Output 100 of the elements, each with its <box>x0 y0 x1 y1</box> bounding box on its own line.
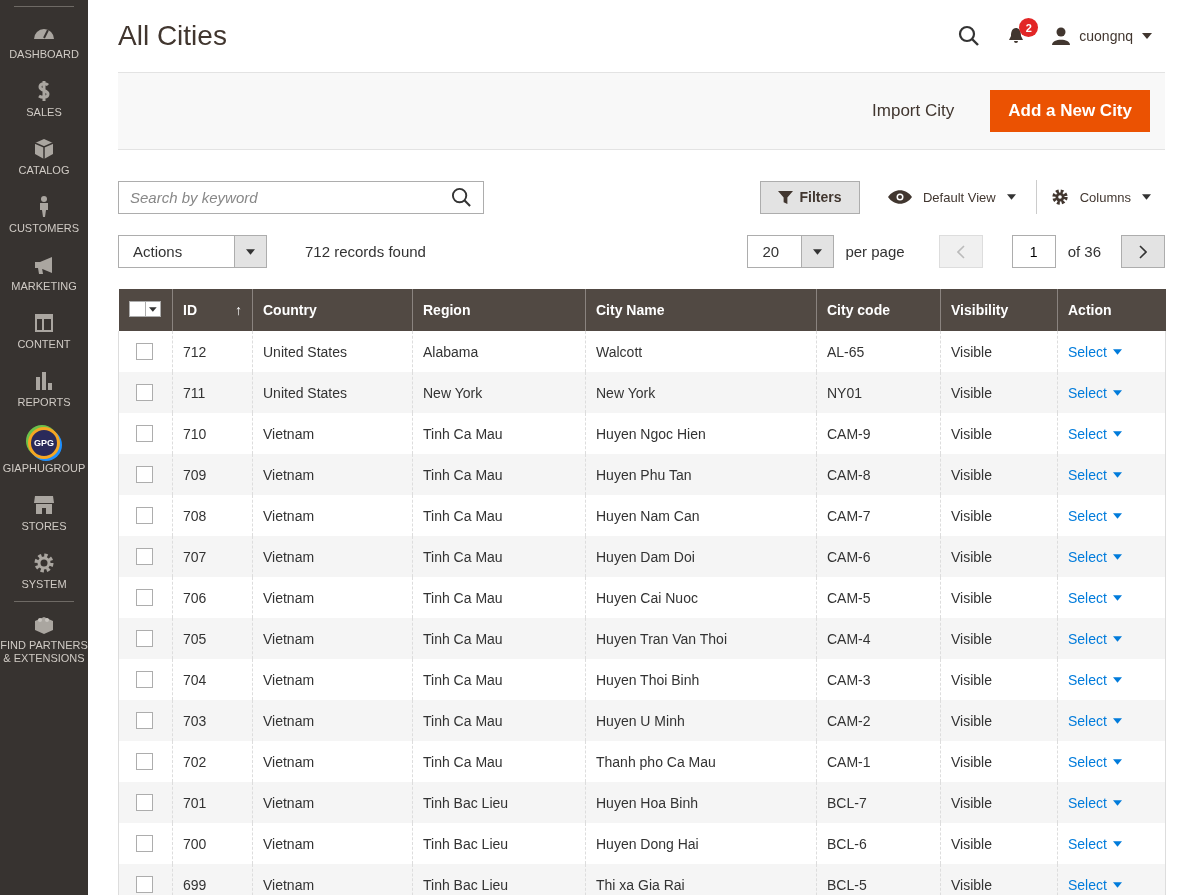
user-icon <box>1052 27 1071 45</box>
user-menu[interactable]: cuongnq <box>1052 27 1152 45</box>
column-header[interactable]: ID ↑ <box>172 289 253 331</box>
sidebar-item[interactable]: GPG GIAPHUGROUP <box>0 419 88 485</box>
table-cell: Tinh Ca Mau <box>412 618 586 659</box>
table-cell: 707 <box>172 536 253 577</box>
table-cell: 705 <box>172 618 253 659</box>
caret-icon <box>1112 799 1122 806</box>
table-cell: CAM-4 <box>816 618 941 659</box>
caret-icon <box>148 306 157 312</box>
table-cell: Visible <box>940 700 1058 741</box>
row-checkbox[interactable] <box>136 794 153 811</box>
table-cell: Thi xa Gia Rai <box>585 864 817 895</box>
column-header[interactable]: Action <box>1057 289 1166 331</box>
sidebar-item[interactable]: SALES <box>0 71 88 129</box>
select-action-link[interactable]: Select <box>1068 753 1122 770</box>
row-checkbox[interactable] <box>136 466 153 483</box>
sidebar-item[interactable]: CONTENT <box>0 303 88 361</box>
select-action-link[interactable]: Select <box>1068 671 1122 688</box>
table-cell: 703 <box>172 700 253 741</box>
sidebar-item[interactable]: SYSTEM <box>0 543 88 601</box>
caret-icon <box>1112 840 1122 847</box>
table-cell: NY01 <box>816 372 941 413</box>
caret-icon <box>1112 758 1122 765</box>
table-cell: Vietnam <box>252 700 413 741</box>
bell-icon[interactable] <box>1008 27 1025 45</box>
row-checkbox[interactable] <box>136 507 153 524</box>
table-cell: Visible <box>940 618 1058 659</box>
table-cell: Vietnam <box>252 782 413 823</box>
caret-icon <box>1142 194 1151 200</box>
select-action-link[interactable]: Select <box>1068 589 1122 606</box>
table-cell: 699 <box>172 864 253 895</box>
sort-arrow: ↑ <box>235 302 242 318</box>
row-checkbox[interactable] <box>136 753 153 770</box>
sidebar-item[interactable]: FIND PARTNERS & EXTENSIONS <box>0 608 88 675</box>
box-icon <box>32 137 56 161</box>
funnel-icon <box>778 189 794 205</box>
column-header[interactable]: City code <box>816 289 941 331</box>
sidebar-item[interactable]: STORES <box>0 485 88 543</box>
records-count: 712 records found <box>305 243 426 260</box>
table-cell: Vietnam <box>252 864 413 895</box>
page-size-dropdown[interactable]: 20 <box>747 235 835 268</box>
columns-dropdown[interactable]: Columns <box>1050 188 1165 206</box>
previous-page-button[interactable] <box>938 235 983 268</box>
table-cell: Visible <box>940 782 1058 823</box>
row-checkbox[interactable] <box>136 343 153 360</box>
caret-icon <box>1112 471 1122 478</box>
page-number-field[interactable]: 1 <box>1011 235 1056 268</box>
settings-icon <box>32 551 56 575</box>
next-page-button[interactable] <box>1121 235 1165 268</box>
search-icon[interactable] <box>451 186 472 208</box>
table-cell: New York <box>585 372 817 413</box>
caret-icon <box>1112 348 1122 355</box>
caret-icon <box>1112 635 1122 642</box>
mass-select-dropdown[interactable] <box>128 301 161 317</box>
sidebar-item[interactable]: CATALOG <box>0 129 88 187</box>
logo-icon: GPG <box>28 427 60 459</box>
actions-dropdown[interactable]: Actions <box>118 235 267 268</box>
sidebar-item[interactable]: REPORTS <box>0 361 88 419</box>
select-action-link[interactable]: Select <box>1068 343 1122 360</box>
row-checkbox[interactable] <box>136 835 153 852</box>
filters-button[interactable]: Filters <box>759 180 860 214</box>
column-header[interactable]: Country <box>252 289 413 331</box>
row-checkbox[interactable] <box>136 876 153 893</box>
table-cell: Huyen Hoa Binh <box>585 782 817 823</box>
row-checkbox[interactable] <box>136 630 153 647</box>
sidebar-item[interactable]: DASHBOARD <box>0 13 88 71</box>
table-cell: Vietnam <box>252 454 413 495</box>
select-action-link[interactable]: Select <box>1068 507 1122 524</box>
caret-icon <box>1112 430 1122 437</box>
table-cell: 709 <box>172 454 253 495</box>
row-checkbox[interactable] <box>136 712 153 729</box>
import-button[interactable]: Import City <box>866 100 961 122</box>
caret-icon <box>246 248 255 255</box>
caret-icon <box>1112 881 1122 888</box>
table-cell: Tinh Ca Mau <box>412 700 586 741</box>
column-header[interactable]: Region <box>412 289 586 331</box>
table-cell: Visible <box>940 372 1058 413</box>
select-action-link[interactable]: Select <box>1068 835 1122 852</box>
select-action-link[interactable]: Select <box>1068 425 1122 442</box>
settings-icon <box>1050 188 1069 206</box>
row-checkbox[interactable] <box>136 384 153 401</box>
sidebar-item[interactable]: MARKETING <box>0 245 88 303</box>
table-cell: New York <box>412 372 586 413</box>
row-checkbox[interactable] <box>136 589 153 606</box>
column-header[interactable]: City Name <box>585 289 817 331</box>
view-dropdown[interactable]: Default View <box>887 189 1030 205</box>
search-icon[interactable] <box>958 25 981 47</box>
row-checkbox[interactable] <box>136 425 153 442</box>
search-field[interactable]: Search by keyword <box>118 180 484 214</box>
storefront-icon <box>32 493 56 517</box>
chevron-left-icon <box>956 244 965 259</box>
add-new-button[interactable]: Add a New City <box>990 90 1150 132</box>
sidebar-item[interactable]: CUSTOMERS <box>0 187 88 245</box>
row-checkbox[interactable] <box>136 671 153 688</box>
column-header[interactable]: Visibility <box>940 289 1058 331</box>
page-title: All Cities <box>118 20 228 52</box>
row-checkbox[interactable] <box>136 548 153 565</box>
table-cell: Huyen U Minh <box>585 700 817 741</box>
caret-icon <box>1112 553 1122 560</box>
